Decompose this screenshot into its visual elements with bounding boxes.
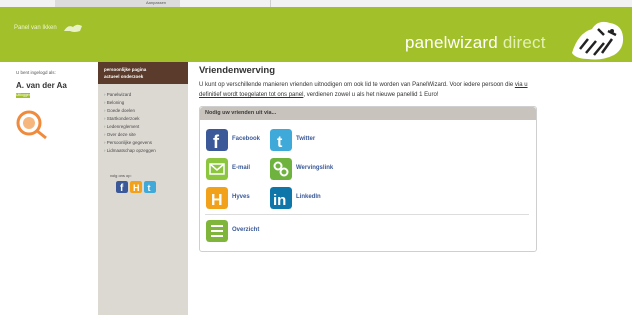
nav-item-persoonlijke-gegevens[interactable]: Persoonlijke gegevens: [104, 140, 152, 145]
sidebar-nav: persoonlijke pagina actueel onderzoek Pa…: [98, 62, 188, 315]
nav-item-panelwizard[interactable]: Panelwizard: [104, 92, 132, 97]
invite-box-title: Nodig uw vrienden uit via...: [205, 110, 277, 116]
panel-van-link[interactable]: Panel van Ikken: [14, 25, 57, 31]
tiger-logo-icon: [572, 21, 624, 60]
linkedin-label: LinkedIn: [296, 194, 321, 200]
nav-item-startkonderzoek[interactable]: Startkonderzoek: [104, 116, 140, 121]
box-divider: [205, 214, 529, 215]
hyves-icon[interactable]: H: [130, 181, 142, 193]
award-medal-icon: [16, 110, 47, 140]
email-icon: [206, 158, 228, 180]
hyves-label: Hyves: [232, 194, 250, 200]
chain-link-icon: [270, 158, 292, 180]
list-icon: [206, 220, 228, 242]
invite-box-header: Nodig uw vrienden uit via...: [200, 107, 536, 120]
logged-in-label: U bent ingelogd als:: [16, 70, 56, 75]
twitter-icon[interactable]: t: [144, 181, 156, 193]
svg-text:H: H: [133, 183, 140, 193]
linkedin-icon: in: [270, 187, 292, 209]
nav-header: persoonlijke pagina actueel onderzoek: [98, 62, 188, 84]
facebook-icon[interactable]: f: [116, 181, 128, 193]
overzicht-label: Overzicht: [232, 227, 260, 233]
svg-text:in: in: [273, 192, 286, 209]
twitter-label: Twitter: [296, 136, 316, 142]
site-header: Panel van Ikken panelwizard direct: [0, 7, 632, 62]
nav-item-lidmaatschap-opzeggen[interactable]: Lidmaatschap opzeggen: [104, 148, 156, 153]
nav-item-over-deze-site[interactable]: Over deze site: [104, 132, 136, 137]
email-label: E-mail: [232, 165, 251, 171]
invite-box: Nodig uw vrienden uit via... f Facebook …: [199, 106, 537, 252]
svg-text:t: t: [148, 183, 151, 193]
nav-item-actueel-onderzoek[interactable]: actueel onderzoek: [104, 74, 143, 79]
brand-wordmark: panelwizard direct: [405, 33, 546, 52]
nav-item-ledenreglement[interactable]: Ledenreglement: [104, 124, 140, 129]
svg-text:H: H: [211, 192, 223, 209]
facebook-icon: f: [206, 129, 228, 151]
hyves-icon: H: [206, 187, 228, 209]
nav-item-goede-doelen[interactable]: Goede doelen: [104, 108, 135, 113]
nav-item-beloning[interactable]: Beloning: [104, 100, 125, 105]
username: A. van der Aa: [16, 81, 67, 90]
nav-item-persoonlijke-pagina[interactable]: persoonlijke pagina: [104, 67, 146, 72]
page-title: Vriendenwerving: [199, 65, 276, 76]
svg-text:f: f: [213, 132, 220, 151]
intro-text: U kunt op verschillende manieren vriende…: [199, 82, 528, 98]
wervingslink-label: Wervingslink: [296, 165, 334, 171]
follow-label: volg ons op:: [110, 173, 132, 178]
svg-text:t: t: [277, 134, 283, 151]
user-panel: U bent ingelogd als: A. van der Aa Uitlo…: [0, 62, 98, 315]
facebook-label: Facebook: [232, 136, 261, 142]
logout-badge[interactable]: Uitloggen: [16, 93, 31, 98]
small-logo-icon: [64, 24, 82, 32]
twitter-icon: t: [270, 129, 292, 151]
background-label: Aanpassen: [146, 0, 167, 5]
